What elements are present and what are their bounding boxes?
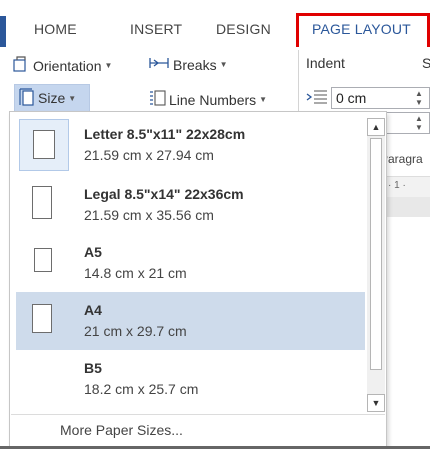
scrollbar-thumb[interactable] xyxy=(370,138,382,370)
size-option-name: A5 xyxy=(84,244,102,260)
size-option-b5[interactable]: B5 18.2 cm x 25.7 cm xyxy=(16,350,365,408)
size-option-a5[interactable]: A5 14.8 cm x 21 cm xyxy=(16,234,365,292)
size-icon xyxy=(19,87,35,110)
spin-down-icon[interactable]: ▼ xyxy=(415,123,423,132)
size-option-name: Letter 8.5"x11" 22x28cm xyxy=(84,126,246,142)
scroll-down-icon[interactable]: ▼ xyxy=(367,394,385,412)
line-numbers-button[interactable]: Line Numbers ▼ xyxy=(148,89,267,110)
size-option-dims: 21.59 cm x 27.94 cm xyxy=(84,147,214,163)
more-paper-sizes-item[interactable]: More Paper Sizes... xyxy=(60,422,183,438)
page-thumbnail-icon xyxy=(32,186,52,219)
size-option-name: Legal 8.5"x14" 22x36cm xyxy=(84,186,244,202)
breaks-button[interactable]: Breaks ▼ xyxy=(148,55,228,74)
page-thumbnail-icon xyxy=(34,248,52,272)
indent-label: Indent xyxy=(306,55,345,71)
size-dropdown-menu: Letter 8.5"x11" 22x28cm 21.59 cm x 27.94… xyxy=(9,111,387,449)
ruler-marks: · 1 · xyxy=(388,180,406,191)
size-option-dims: 18.2 cm x 25.7 cm xyxy=(84,381,199,397)
page-thumbnail-icon xyxy=(33,130,55,159)
chevron-down-icon: ▼ xyxy=(219,60,228,69)
size-option-dims: 21.59 cm x 35.56 cm xyxy=(84,207,214,223)
chevron-down-icon: ▼ xyxy=(68,93,77,103)
menu-divider xyxy=(11,414,385,415)
size-option-name: A4 xyxy=(84,302,102,318)
menu-scrollbar[interactable]: ▲ ▼ xyxy=(367,118,385,412)
page-thumbnail-icon xyxy=(32,304,52,333)
size-label: Size xyxy=(38,90,66,106)
scroll-up-icon[interactable]: ▲ xyxy=(367,118,385,136)
orientation-button[interactable]: Orientation ▼ xyxy=(12,55,112,76)
tab-design[interactable]: DESIGN xyxy=(216,21,271,37)
size-option-letter[interactable]: Letter 8.5"x11" 22x28cm 21.59 cm x 27.94… xyxy=(16,116,365,174)
tab-page-layout[interactable]: PAGE LAYOUT xyxy=(312,21,411,37)
size-option-legal[interactable]: Legal 8.5"x14" 22x36cm 21.59 cm x 35.56 … xyxy=(16,176,365,234)
selected-thumbnail-frame xyxy=(19,119,69,171)
size-option-dims: 21 cm x 29.7 cm xyxy=(84,323,187,339)
orientation-icon xyxy=(12,55,30,76)
line-numbers-icon xyxy=(148,89,166,110)
spin-down-icon[interactable]: ▼ xyxy=(415,98,423,107)
size-option-dims: 14.8 cm x 21 cm xyxy=(84,265,187,281)
orientation-label: Orientation xyxy=(33,57,102,74)
tab-home[interactable]: HOME xyxy=(34,21,77,37)
breaks-icon xyxy=(148,55,170,74)
size-button[interactable]: Size ▼ xyxy=(14,84,90,112)
ribbon-tab-bar: HOME INSERT DESIGN PAGE LAYOUT xyxy=(0,0,430,47)
chevron-down-icon: ▼ xyxy=(259,95,268,104)
app-accent-strip xyxy=(0,16,6,47)
size-option-a4[interactable]: A4 21 cm x 29.7 cm xyxy=(16,292,365,350)
spin-up-icon[interactable]: ▲ xyxy=(415,114,423,123)
breaks-label: Breaks xyxy=(173,56,217,73)
line-numbers-label: Line Numbers xyxy=(169,91,257,108)
spacing-label-partial: S xyxy=(422,55,430,71)
indent-left-value: 0 cm xyxy=(336,90,367,106)
indent-left-icon xyxy=(306,88,328,111)
size-option-name: B5 xyxy=(84,360,102,376)
tab-insert[interactable]: INSERT xyxy=(130,21,182,37)
spin-up-icon[interactable]: ▲ xyxy=(415,89,423,98)
chevron-down-icon: ▼ xyxy=(104,61,113,70)
